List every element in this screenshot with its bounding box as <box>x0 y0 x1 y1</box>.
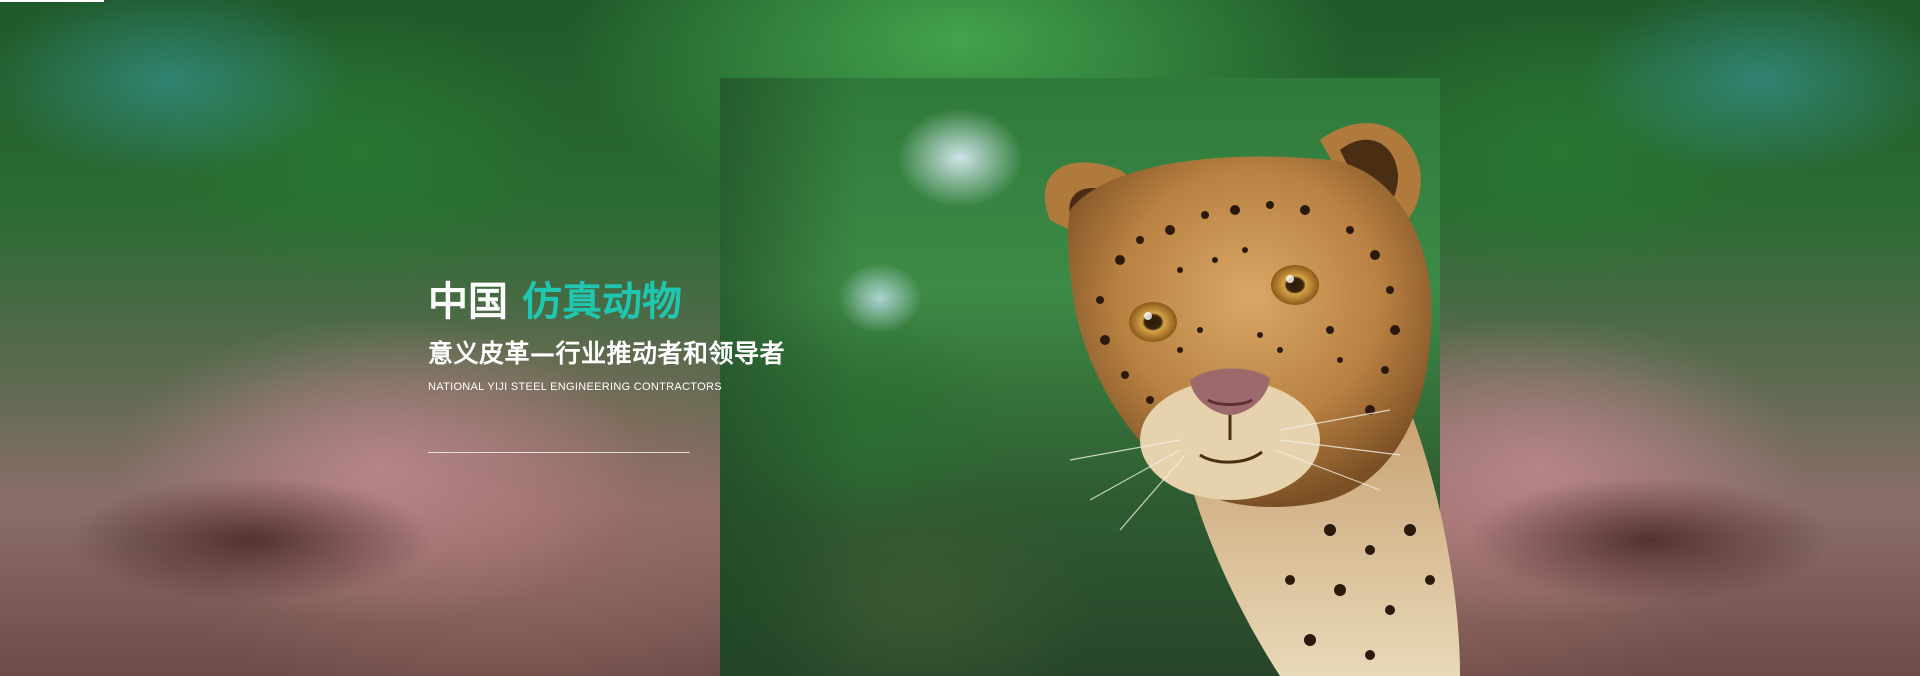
banner-english-tagline: NATIONAL YIJI STEEL ENGINEERING CONTRACT… <box>428 381 722 393</box>
leopard-image <box>1044 123 1460 676</box>
title-main: 中国 <box>428 279 508 325</box>
banner-text-block: 中国 仿真动物 意义皮革—行业推动者和领导者 NATIONAL YIJI STEE… <box>428 278 948 453</box>
banner-subtitle: 意义皮革—行业推动者和领导者 <box>428 339 786 368</box>
banner-divider <box>428 452 690 453</box>
banner-title: 中国 仿真动物 <box>428 278 948 326</box>
top-edge-marker <box>0 0 104 2</box>
hero-banner: 中国 仿真动物 意义皮革—行业推动者和领导者 NATIONAL YIJI STEE… <box>0 0 1920 676</box>
title-accent: 仿真动物 <box>522 279 682 325</box>
